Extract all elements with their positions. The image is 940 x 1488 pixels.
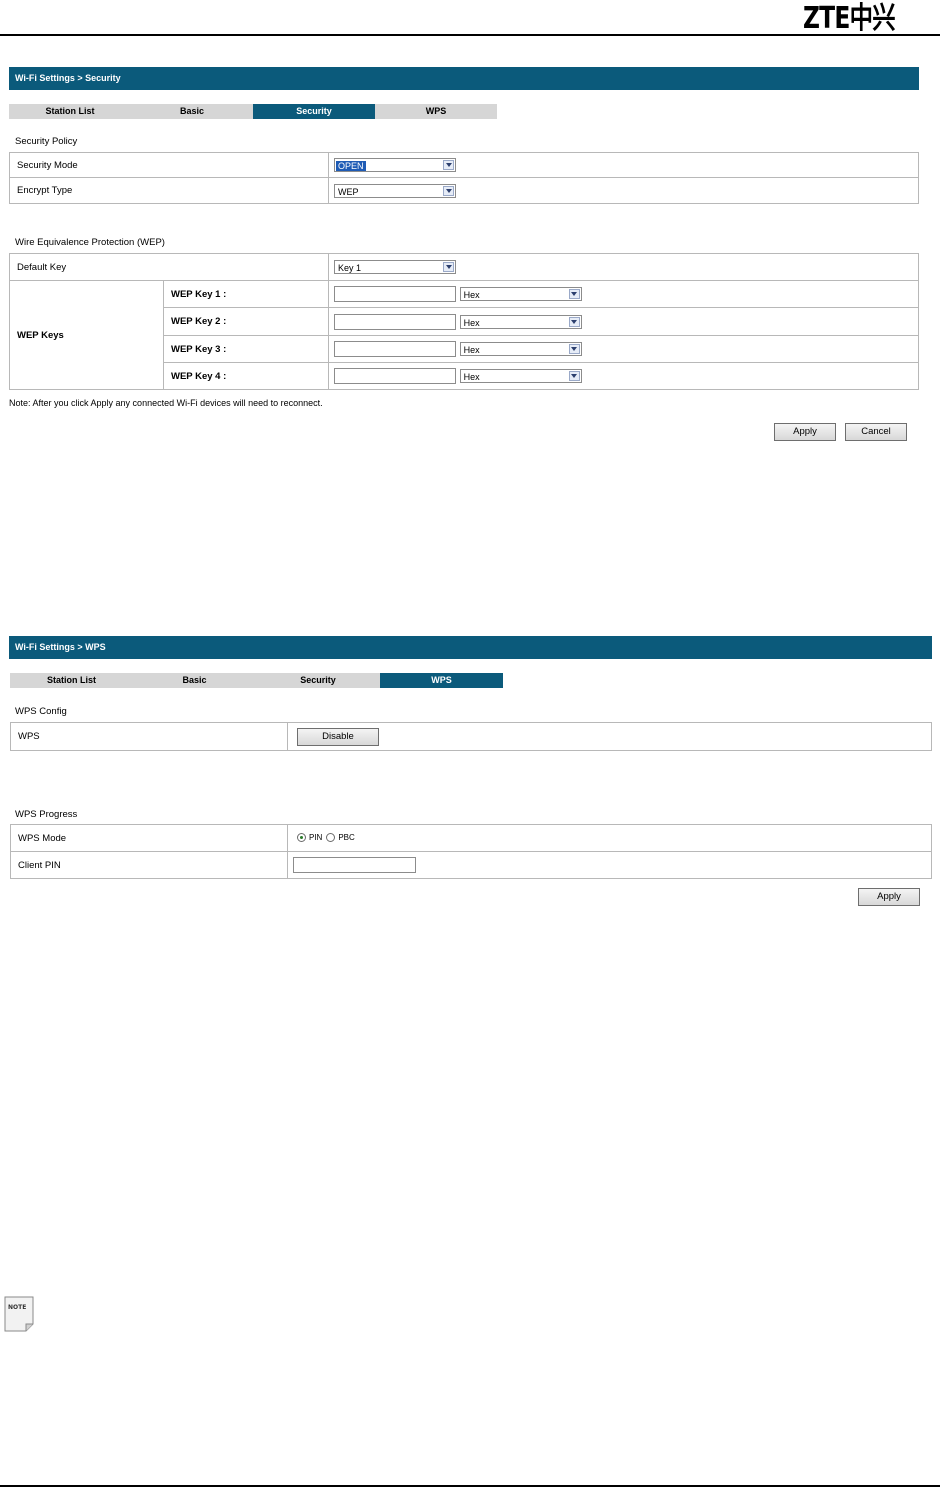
encrypt-type-select[interactable]: WEP (334, 183, 456, 198)
note-icon: NOTE (4, 1296, 34, 1332)
wep-key-4-label: WEP Key 4 : (163, 362, 329, 390)
default-key-value: Key 1 (338, 263, 362, 273)
wep-key-3-input[interactable] (334, 341, 456, 357)
wep-key-4-input[interactable] (334, 368, 456, 384)
wep-key-2-input[interactable] (334, 313, 456, 330)
wps-config-table: WPS Disable (10, 722, 932, 751)
tab-station-list[interactable]: Station List (9, 104, 131, 119)
header-divider (0, 34, 940, 36)
wep-key-3-format: Hex (463, 345, 480, 355)
encrypt-type-value: WEP (338, 186, 359, 197)
wps-label: WPS (10, 722, 288, 751)
wep-key-2-format: Hex (463, 317, 480, 328)
tab-security[interactable]: Security (256, 673, 380, 688)
wep-key-1-input[interactable] (334, 286, 456, 302)
tab-wps[interactable]: WPS (375, 104, 497, 119)
breadcrumb: Wi-Fi Settings > WPS (15, 642, 106, 652)
wep-section-title: Wire Equivalence Protection (WEP) (15, 237, 165, 248)
security-policy-table: Security Mode OPEN Encrypt Type WEP (9, 152, 919, 204)
pin-radio[interactable] (297, 833, 306, 843)
security-mode-value: OPEN (336, 161, 366, 171)
tab-basic[interactable]: Basic (131, 104, 253, 119)
default-key-label: Default Key (9, 253, 329, 281)
tab-security[interactable]: Security (253, 104, 375, 119)
security-policy-title: Security Policy (15, 136, 78, 147)
tab-wps[interactable]: WPS (380, 673, 503, 688)
tab-station-list[interactable]: Station List (10, 673, 133, 688)
client-pin-input[interactable] (293, 857, 416, 873)
breadcrumb: Wi-Fi Settings > Security (15, 73, 121, 83)
wps-breadcrumb-bar: Wi-Fi Settings > WPS (9, 636, 932, 659)
security-apply-button[interactable]: Apply (774, 423, 836, 441)
security-mode-label: Security Mode (9, 152, 329, 178)
wep-key-3-format-select[interactable]: Hex (459, 342, 582, 356)
pin-radio-label: PIN (309, 833, 323, 843)
footer-divider (0, 1485, 940, 1487)
chevron-down-icon (443, 160, 454, 170)
wep-key-4-format-select[interactable]: Hex (459, 369, 582, 383)
default-key-select[interactable]: Key 1 (334, 260, 456, 274)
wps-mode-label: WPS Mode (10, 824, 288, 852)
zte-logo: ZTE中兴 (803, 2, 921, 34)
wps-tab-bar: Station List Basic Security WPS (10, 673, 503, 688)
wep-key-1-label: WEP Key 1 : (163, 280, 329, 308)
wep-key-4-format: Hex (463, 372, 480, 382)
chevron-down-icon (443, 262, 454, 272)
note-icon-text: NOTE (8, 1304, 26, 1311)
wep-key-2-format-select[interactable]: Hex (459, 314, 582, 329)
logo-text: ZTE中兴 (803, 1, 896, 36)
chevron-down-icon (568, 344, 580, 354)
tab-basic[interactable]: Basic (133, 673, 256, 688)
wep-key-1-format: Hex (463, 290, 480, 300)
chevron-down-icon (443, 185, 454, 196)
wps-config-title: WPS Config (15, 706, 67, 717)
security-mode-select[interactable]: OPEN (334, 158, 456, 172)
chevron-down-icon (568, 316, 580, 327)
pbc-radio-label: PBC (338, 833, 355, 843)
encrypt-type-label: Encrypt Type (9, 177, 329, 204)
security-cancel-button[interactable]: Cancel (845, 423, 907, 441)
security-breadcrumb-bar: Wi-Fi Settings > Security (9, 67, 919, 90)
wep-key-3-label: WEP Key 3 : (163, 335, 329, 363)
wep-keys-label: WEP Keys (9, 280, 164, 390)
wep-key-2-label: WEP Key 2 : (163, 307, 329, 336)
reconnect-note: Note: After you click Apply any connecte… (9, 398, 323, 408)
wps-disable-button[interactable]: Disable (297, 727, 379, 746)
pbc-radio[interactable] (326, 833, 336, 843)
security-tab-bar: Station List Basic Security WPS (9, 104, 497, 119)
wps-progress-table: WPS Mode PIN PBC Client PIN (10, 824, 932, 879)
chevron-down-icon (568, 289, 580, 299)
wps-progress-title: WPS Progress (15, 809, 78, 820)
wps-apply-button[interactable]: Apply (858, 888, 920, 906)
client-pin-label: Client PIN (10, 851, 288, 879)
chevron-down-icon (568, 371, 580, 381)
wep-key-1-format-select[interactable]: Hex (459, 287, 582, 301)
wep-table: Default Key Key 1 WEP Keys WEP Key 1 : H… (9, 253, 919, 390)
